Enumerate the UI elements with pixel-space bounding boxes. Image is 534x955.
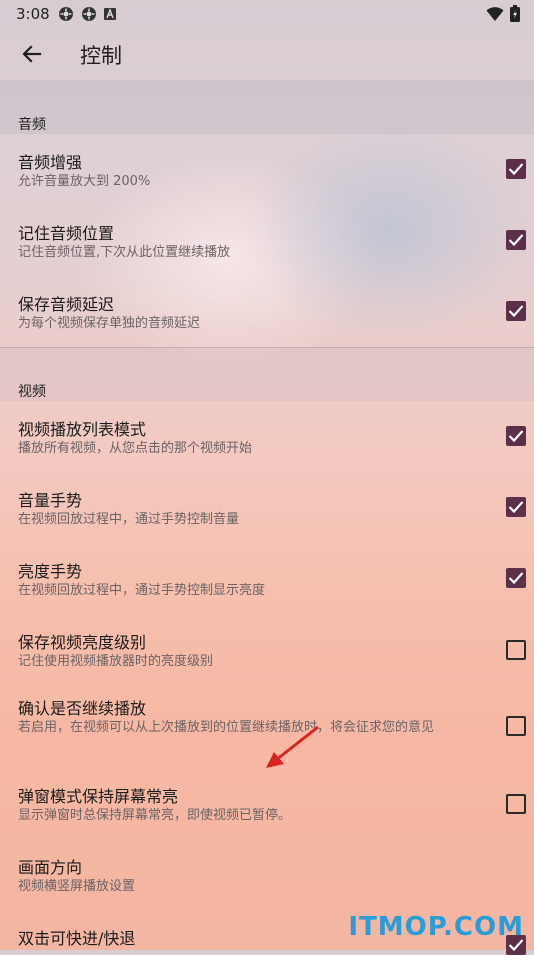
- setting-title: 确认是否继续播放: [18, 699, 147, 718]
- battery-icon: [510, 5, 520, 22]
- gear-app-icon: [58, 7, 73, 21]
- app-bar: 控制: [0, 28, 534, 80]
- setting-title: 保存视频亮度级别: [18, 633, 147, 652]
- setting-audio-boost[interactable]: 音频增强 允许音量放大到 200%: [0, 134, 534, 205]
- setting-title: 亮度手势: [18, 562, 83, 581]
- a-badge-icon: [103, 8, 116, 20]
- setting-brightness-gesture[interactable]: 亮度手势 在视频回放过程中，通过手势控制显示亮度: [0, 543, 534, 614]
- setting-title: 双击可快进/快退: [18, 929, 136, 948]
- setting-subtitle: 若启用，在视频可以从上次播放到的位置继续播放时，将会征求您的意见: [18, 720, 435, 735]
- checkbox-checked-icon[interactable]: [506, 568, 526, 588]
- setting-subtitle: 播放所有视频，从您点击的那个视频开始: [18, 441, 253, 456]
- checkbox-checked-icon[interactable]: [506, 230, 526, 250]
- checkbox-unchecked-icon[interactable]: [506, 794, 526, 814]
- setting-volume-gesture[interactable]: 音量手势 在视频回放过程中，通过手势控制音量: [0, 472, 534, 543]
- setting-title: 音量手势: [18, 491, 83, 510]
- setting-save-brightness-level[interactable]: 保存视频亮度级别 记住使用视频播放器时的亮度级别: [0, 614, 534, 685]
- setting-screen-orientation[interactable]: 画面方向 视频横竖屏播放设置: [0, 838, 534, 909]
- annotation-arrow-icon: [266, 725, 319, 768]
- checkbox-unchecked-icon[interactable]: [506, 716, 526, 736]
- setting-subtitle: 允许音量放大到 200%: [18, 174, 151, 189]
- setting-title: 视频播放列表模式: [18, 420, 147, 439]
- section-header-video: 视频: [18, 384, 46, 400]
- page-title: 控制: [80, 44, 122, 68]
- checkbox-checked-icon[interactable]: [506, 301, 526, 321]
- setting-title: 弹窗模式保持屏幕常亮: [18, 787, 179, 806]
- checkbox-checked-icon[interactable]: [506, 426, 526, 446]
- wifi-icon: [486, 6, 504, 21]
- status-bar: 3:08: [0, 0, 534, 28]
- setting-popup-keep-screen-on[interactable]: 弹窗模式保持屏幕常亮 显示弹窗时总保持屏幕常亮，即使视频已暂停。: [0, 767, 534, 838]
- watermark: ITMOP.COM: [348, 912, 524, 942]
- setting-subtitle: 在视频回放过程中，通过手势控制音量: [18, 512, 240, 527]
- back-arrow-icon[interactable]: [20, 42, 44, 66]
- section-spacer: [0, 80, 534, 134]
- setting-subtitle: 为每个视频保存单独的音频延迟: [18, 316, 201, 331]
- status-right-icons: [486, 5, 520, 22]
- setting-subtitle: 显示弹窗时总保持屏幕常亮，即使视频已暂停。: [18, 808, 292, 823]
- setting-video-playlist-mode[interactable]: 视频播放列表模式 播放所有视频，从您点击的那个视频开始: [0, 401, 534, 472]
- checkbox-unchecked-icon[interactable]: [506, 640, 526, 660]
- setting-subtitle: 在视频回放过程中，通过手势控制显示亮度: [18, 583, 266, 598]
- setting-subtitle: 记住音频位置,下次从此位置继续播放: [18, 245, 231, 260]
- setting-remember-audio-position[interactable]: 记住音频位置 记住音频位置,下次从此位置继续播放: [0, 205, 534, 276]
- setting-subtitle: 记住使用视频播放器时的亮度级别: [18, 654, 214, 669]
- setting-title: 音频增强: [18, 153, 83, 172]
- gear-app-icon: [81, 7, 96, 21]
- setting-title: 记住音频位置: [18, 224, 115, 243]
- checkbox-checked-icon[interactable]: [506, 497, 526, 517]
- setting-title: 画面方向: [18, 858, 83, 877]
- section-spacer: [0, 348, 534, 401]
- checkbox-checked-icon[interactable]: [506, 159, 526, 179]
- setting-save-audio-delay[interactable]: 保存音频延迟 为每个视频保存单独的音频延迟: [0, 276, 534, 347]
- status-icons: [58, 6, 116, 22]
- status-time: 3:08: [16, 5, 50, 23]
- setting-title: 保存音频延迟: [18, 295, 115, 314]
- section-header-audio: 音频: [18, 117, 46, 133]
- setting-subtitle: 视频横竖屏播放设置: [18, 879, 136, 894]
